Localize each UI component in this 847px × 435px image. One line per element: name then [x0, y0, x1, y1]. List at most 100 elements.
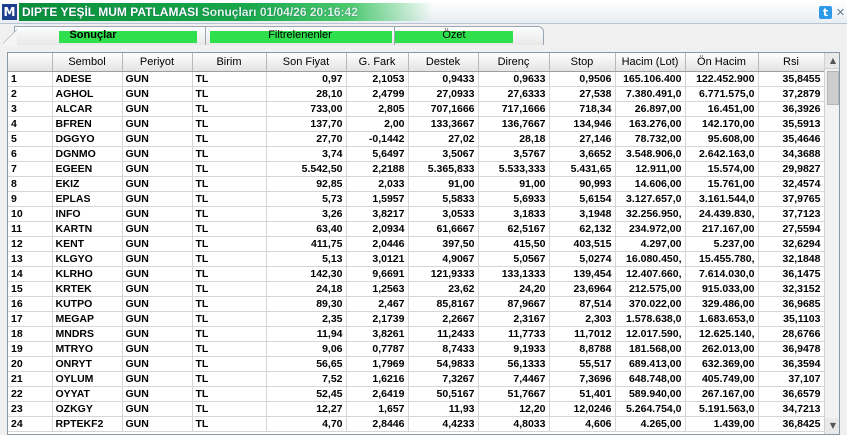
- column-header[interactable]: Rsi: [758, 53, 825, 72]
- table-cell: GUN: [122, 101, 193, 117]
- table-cell: 403,515: [549, 236, 616, 252]
- table-cell: 1,7969: [346, 356, 409, 372]
- table-row[interactable]: 12 KENT GUN TL 411,75 2,0446 397,50 415,50 403,5…: [8, 236, 825, 252]
- table-row[interactable]: 7 EGEEN GUN TL 5.542,50 2,2188 5.365,833 5.533,…: [8, 161, 825, 177]
- table-cell: 24,20: [478, 281, 550, 297]
- column-header[interactable]: Direnç: [478, 53, 550, 72]
- column-header[interactable]: Son Fiyat: [266, 53, 347, 72]
- table-cell: GUN: [122, 311, 193, 327]
- table-row[interactable]: 10 INFO GUN TL 3,26 3,8217 3,0533 3,1833 3,1948 3…: [8, 206, 825, 222]
- tab-ozet[interactable]: Özet: [394, 26, 544, 45]
- table-cell: KUTPO: [52, 296, 123, 312]
- table-row[interactable]: 24 RPTEKF2 GUN TL 4,70 2,8446 4,4233 4,8033 4,60…: [8, 416, 825, 432]
- table-cell: 27,5594: [758, 221, 825, 237]
- table-cell: 27,538: [549, 86, 616, 102]
- table-cell: MNDRS: [52, 326, 123, 342]
- table-cell: 5,13: [266, 251, 347, 267]
- table-cell: GUN: [122, 371, 193, 387]
- table-cell: GUN: [122, 401, 193, 417]
- table-row[interactable]: 6 DGNMO GUN TL 3,74 5,6497 3,5067 3,5767 3,6652 3…: [8, 146, 825, 162]
- table-row[interactable]: 9 EPLAS GUN TL 5,73 1,5957 5,5833 5,6933 5,6154 3…: [8, 191, 825, 207]
- table-row[interactable]: 21 OYLUM GUN TL 7,52 1,6216 7,3267 7,4467 7,3696…: [8, 371, 825, 387]
- column-header[interactable]: Stop: [549, 53, 616, 72]
- table-cell: 23,6964: [549, 281, 616, 297]
- table-row[interactable]: 16 KUTPO GUN TL 89,30 2,467 85,8167 87,9667 87,5…: [8, 296, 825, 312]
- table-cell: 405.749,00: [685, 371, 759, 387]
- column-header[interactable]: Birim: [192, 53, 267, 72]
- table-cell: 6: [8, 146, 53, 162]
- column-header[interactable]: Destek: [408, 53, 479, 72]
- scroll-up-icon[interactable]: ▲: [825, 53, 839, 69]
- table-cell: 27,0933: [408, 86, 479, 102]
- table-row[interactable]: 14 KLRHO GUN TL 142,30 9,6691 121,9333 133,1333…: [8, 266, 825, 282]
- table-cell: 32.256.950,: [615, 206, 686, 222]
- table-row[interactable]: 22 OYYAT GUN TL 52,45 2,6419 50,5167 51,7667 51,…: [8, 386, 825, 402]
- table-cell: 28,10: [266, 86, 347, 102]
- table-cell: 23,62: [408, 281, 479, 297]
- table-cell: 29,9827: [758, 161, 825, 177]
- table-cell: 2,2188: [346, 161, 409, 177]
- table-cell: 415,50: [478, 236, 550, 252]
- table-cell: KLRHO: [52, 266, 123, 282]
- table-cell: 15.761,00: [685, 176, 759, 192]
- column-header[interactable]: Sembol: [52, 53, 123, 72]
- table-cell: 165.106.400: [615, 71, 686, 87]
- twitter-bird-icon[interactable]: t: [819, 6, 832, 19]
- table-cell: 717,1666: [478, 101, 550, 117]
- tab-label: Özet: [442, 29, 466, 41]
- table-row[interactable]: 17 MEGAP GUN TL 2,35 2,1739 2,2667 2,3167 2,303 1…: [8, 311, 825, 327]
- vertical-scrollbar[interactable]: ▲ ▼: [824, 53, 839, 434]
- table-cell: 2.642.163,0: [685, 146, 759, 162]
- table-row[interactable]: 3 ALCAR GUN TL 733,00 2,805 707,1666 717,1666 71…: [8, 101, 825, 117]
- column-header[interactable]: [8, 53, 53, 72]
- table-cell: KLGYO: [52, 251, 123, 267]
- table-cell: 11: [8, 221, 53, 237]
- table-cell: GUN: [122, 116, 193, 132]
- table-row[interactable]: 11 KARTN GUN TL 63,40 2,0934 61,6667 62,5167 62,…: [8, 221, 825, 237]
- tab-label: Filtrelenenler: [268, 29, 332, 41]
- table-row[interactable]: 4 BFREN GUN TL 137,70 2,00 133,3667 136,7667 134…: [8, 116, 825, 132]
- table-cell: 134,946: [549, 116, 616, 132]
- table-cell: KRTEK: [52, 281, 123, 297]
- table-cell: 13: [8, 251, 53, 267]
- column-header[interactable]: Ön Hacim: [685, 53, 759, 72]
- table-cell: 7: [8, 161, 53, 177]
- table-row[interactable]: 19 MTRYO GUN TL 9,06 0,7787 8,7433 9,1933 8,8788…: [8, 341, 825, 357]
- table-cell: 34,3688: [758, 146, 825, 162]
- table-row[interactable]: 18 MNDRS GUN TL 11,94 3,8261 11,2433 11,7733 11,…: [8, 326, 825, 342]
- table-cell: 9: [8, 191, 53, 207]
- table-cell: 7,4467: [478, 371, 550, 387]
- table-row[interactable]: 8 EKIZ GUN TL 92,85 2,033 91,00 91,00 90,993 14.6…: [8, 176, 825, 192]
- table-row[interactable]: 15 KRTEK GUN TL 24,18 1,2563 23,62 24,20 23,6964…: [8, 281, 825, 297]
- table-cell: 3,5067: [408, 146, 479, 162]
- results-grid: Sembol Periyot Birim Son Fiyat G. Fark Destek…: [7, 52, 840, 435]
- close-icon[interactable]: ✕: [834, 6, 847, 19]
- table-cell: 139,454: [549, 266, 616, 282]
- table-cell: TL: [192, 326, 267, 342]
- table-row[interactable]: 5 DGGYO GUN TL 27,70 -0,1442 27,02 28,18 27,146 7…: [8, 131, 825, 147]
- table-row[interactable]: 20 ONRYT GUN TL 56,65 1,7969 54,9833 56,1333 55,…: [8, 356, 825, 372]
- table-cell: OZKGY: [52, 401, 123, 417]
- column-header[interactable]: Periyot: [122, 53, 193, 72]
- table-row[interactable]: 2 AGHOL GUN TL 28,10 2,4799 27,0933 27,6333 27,5…: [8, 86, 825, 102]
- table-row[interactable]: 1 ADESE GUN TL 0,97 2,1053 0,9433 0,9633 0,9506 1…: [8, 71, 825, 87]
- scroll-thumb[interactable]: [827, 71, 839, 105]
- table-cell: 142,30: [266, 266, 347, 282]
- column-header[interactable]: G. Fark: [346, 53, 409, 72]
- table-cell: GUN: [122, 251, 193, 267]
- table-cell: 329.486,00: [685, 296, 759, 312]
- scroll-down-icon[interactable]: ▼: [825, 418, 839, 434]
- table-row[interactable]: 13 KLGYO GUN TL 5,13 3,0121 4,9067 5,0567 5,0274…: [8, 251, 825, 267]
- table-cell: TL: [192, 206, 267, 222]
- column-header[interactable]: Hacim (Lot): [615, 53, 686, 72]
- tab-sonuclar[interactable]: Sonuçlar: [3, 26, 206, 46]
- table-row[interactable]: 23 OZKGY GUN TL 12,27 1,657 11,93 12,20 12,0246 5…: [8, 401, 825, 417]
- tab-filtrelenenler[interactable]: Filtrelenenler: [205, 26, 395, 45]
- table-cell: 37,107: [758, 371, 825, 387]
- table-cell: GUN: [122, 326, 193, 342]
- table-cell: OYYAT: [52, 386, 123, 402]
- window-title: DIPTE YEŞİL MUM PATLAMASI Sonuçları 01/0…: [19, 3, 433, 21]
- table-cell: 0,9633: [478, 71, 550, 87]
- table-cell: 589.940,00: [615, 386, 686, 402]
- table-cell: 163.276,00: [615, 116, 686, 132]
